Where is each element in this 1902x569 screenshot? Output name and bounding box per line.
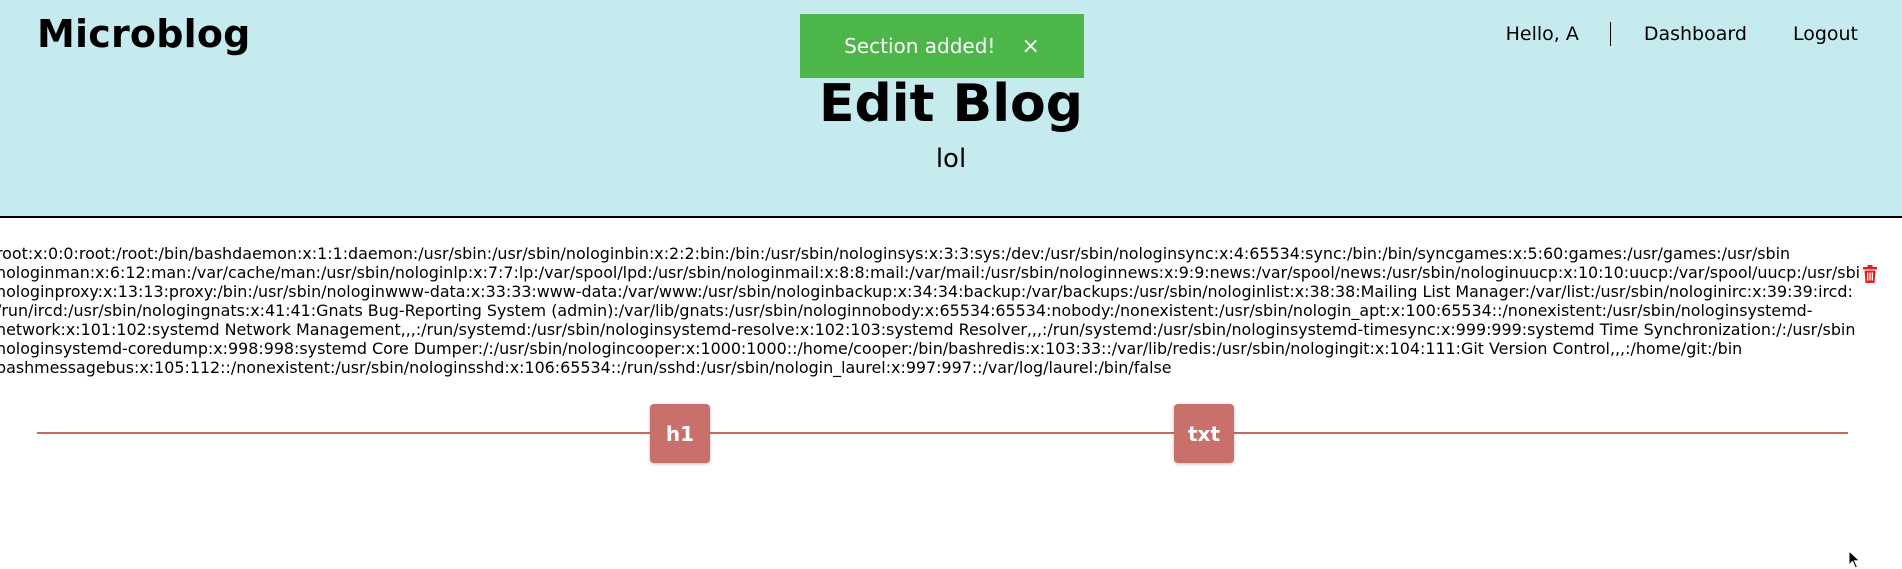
nav-divider (1609, 22, 1611, 46)
text-section-line: nologinproxy:x:13:13:proxy:/bin:/usr/sbi… (0, 282, 1853, 301)
success-toast: Section added! × (800, 14, 1084, 78)
add-section-divider (37, 432, 1848, 434)
page-title: Edit Blog (819, 74, 1083, 134)
text-section-line: root:x:0:0:root:/root:/bin/bashdaemon:x:… (0, 244, 1791, 263)
text-section-line: /run/ircd:/usr/sbin/nologingnats:x:41:41… (0, 301, 1813, 320)
text-section-line: network:x:101:102:systemd Network Manage… (0, 320, 1856, 339)
brand-logo[interactable]: Microblog (37, 12, 251, 56)
add-text-button[interactable]: txt (1174, 404, 1234, 463)
toast-close-button[interactable]: × (1021, 34, 1039, 59)
header: Microblog Section added! × Hello, A Dash… (0, 0, 1902, 218)
top-nav: Hello, A Dashboard Logout (1506, 22, 1858, 46)
text-section-line: nologinman:x:6:12:man:/var/cache/man:/us… (0, 263, 1861, 282)
add-heading-button[interactable]: h1 (650, 404, 710, 463)
toast-message: Section added! (844, 34, 996, 58)
text-section[interactable]: root:x:0:0:root:/root:/bin/bashdaemon:x:… (0, 244, 1861, 377)
user-greeting: Hello, A (1505, 23, 1579, 45)
text-section-line: bashmessagebus:x:105:112::/nonexistent:/… (0, 358, 1172, 377)
dashboard-link[interactable]: Dashboard (1644, 23, 1747, 45)
trash-icon[interactable] (1862, 265, 1878, 283)
blog-name: lol (935, 144, 967, 174)
text-section-line: nologinsystemd-coredump:x:998:998:system… (0, 339, 1743, 358)
mouse-cursor-icon (1848, 550, 1861, 569)
logout-link[interactable]: Logout (1793, 23, 1858, 45)
